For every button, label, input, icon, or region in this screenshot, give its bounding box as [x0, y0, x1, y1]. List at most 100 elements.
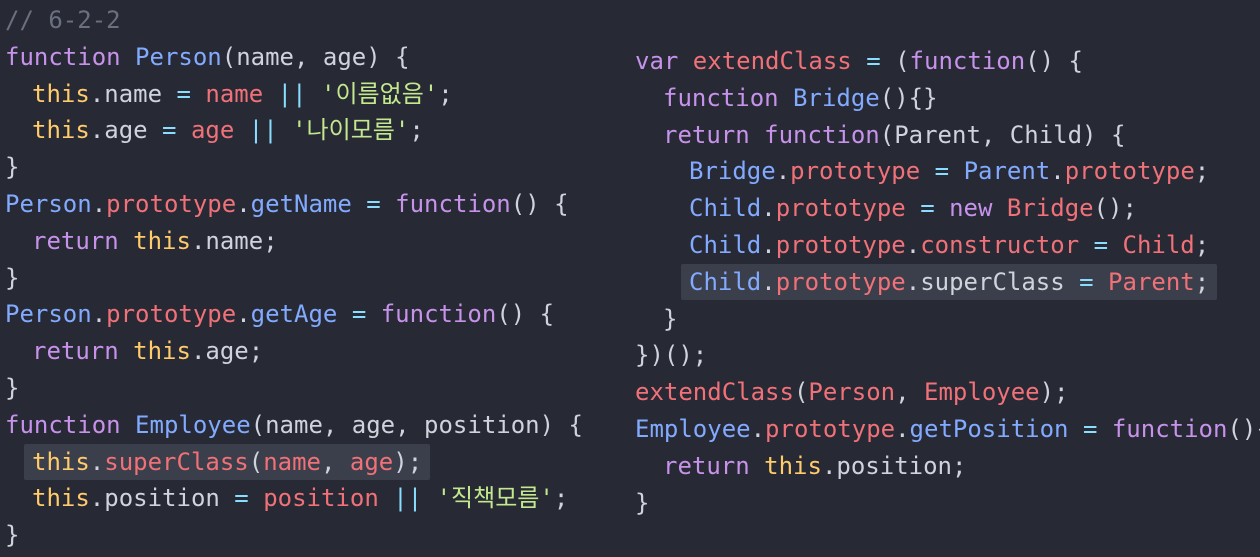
code-line: return function(Parent, Child) {: [635, 117, 1260, 154]
code-token: ,: [895, 378, 925, 407]
code-token: }: [5, 153, 20, 182]
code-token: prototype: [775, 267, 906, 296]
code-token: getAge: [250, 300, 352, 329]
code-token: prototype: [106, 300, 237, 329]
code-token: prototype: [775, 194, 921, 223]
code-token: constructor: [920, 230, 1094, 259]
code-token: function: [909, 47, 1026, 75]
code-token: Parent: [1108, 267, 1195, 296]
code-token: () {: [496, 300, 555, 329]
code-token: );: [1039, 378, 1069, 407]
code-token: .: [895, 414, 910, 443]
code-token: =: [1093, 230, 1123, 259]
code-token: .: [905, 230, 921, 259]
code-token: '나이모름': [292, 116, 410, 145]
code-line-content: }: [5, 153, 19, 181]
code-token: this: [32, 447, 90, 476]
code-line: this.superClass(name, age);: [5, 443, 583, 481]
code-line-content: return this.name;: [32, 227, 278, 255]
code-token: getName: [250, 189, 367, 218]
code-token: function: [380, 300, 497, 329]
code-line: }: [5, 517, 583, 554]
code-pane-left: // 6-2-2 function Person(name, age) {this…: [5, 2, 583, 554]
code-token: Employee: [924, 378, 1040, 407]
code-line: var extendClass = (function() {: [635, 43, 1260, 80]
code-line: return this.age;: [5, 333, 583, 370]
code-line: Child.prototype.constructor = Child;: [635, 227, 1260, 264]
code-token: new: [949, 194, 1007, 223]
code-token: extendClass: [635, 378, 794, 407]
code-token: Bridge: [793, 83, 880, 112]
code-line-content: }: [663, 305, 677, 333]
code-token: () {: [1025, 47, 1083, 75]
code-line: return this.position;: [635, 448, 1260, 485]
code-token: .: [236, 189, 251, 218]
code-line-content: }: [5, 264, 19, 292]
code-token: ;: [409, 116, 424, 145]
code-line: Child.prototype = new Bridge();: [635, 190, 1260, 227]
code-token: // 6-2-2: [5, 6, 121, 34]
code-token: (){}: [879, 83, 938, 112]
code-token: .: [761, 230, 776, 259]
code-line-content: Person.prototype.getName = function() {: [5, 190, 569, 218]
code-token: this: [133, 226, 191, 255]
code-token: age: [190, 116, 249, 145]
code-token: =: [351, 300, 381, 329]
code-token: .: [236, 300, 251, 329]
code-line: Bridge.prototype = Parent.prototype;: [635, 153, 1260, 190]
code-token: function: [663, 83, 794, 112]
code-token: ||: [248, 116, 293, 145]
code-token: })();: [635, 341, 708, 370]
code-token: .: [91, 300, 107, 329]
code-line-content: Child.prototype.constructor = Child;: [689, 231, 1209, 259]
code-line-content: return function(Parent, Child) {: [663, 121, 1125, 149]
code-token: (){: [1227, 414, 1260, 443]
code-token: =: [366, 189, 396, 218]
code-line-content: extendClass(Person, Employee);: [635, 378, 1069, 406]
code-token: prototype: [790, 157, 935, 186]
code-token: var: [635, 47, 693, 75]
code-token: .superClass: [905, 267, 1080, 296]
code-token: prototype: [765, 414, 896, 443]
code-token: ||: [277, 79, 322, 108]
code-token: Bridge: [1006, 194, 1094, 223]
highlighted-code-line: Child.prototype.superClass = Parent;: [681, 263, 1218, 300]
code-token: }: [635, 488, 650, 517]
code-token: return: [663, 451, 765, 480]
code-line: Child.prototype.superClass = Parent;: [635, 263, 1260, 301]
code-token: prototype: [1064, 157, 1195, 186]
code-token: this: [32, 79, 90, 108]
code-token: function: [395, 189, 511, 218]
code-token: .: [1050, 157, 1065, 186]
code-line-content: var extendClass = (function() {: [635, 47, 1083, 75]
code-token: age: [349, 447, 394, 476]
code-token: ||: [393, 484, 437, 513]
code-line: this.age = age || '나이모름';: [5, 112, 583, 149]
code-token: }: [5, 373, 20, 402]
code-token: '이름없음': [321, 79, 439, 108]
code-token: }: [5, 521, 20, 550]
code-line: }: [5, 149, 583, 186]
code-token: =: [1079, 267, 1109, 296]
code-line: }: [5, 260, 583, 297]
code-token: .: [750, 414, 766, 443]
code-token: Parent: [963, 157, 1051, 186]
code-token: ;: [553, 484, 569, 513]
code-token: .: [761, 194, 776, 223]
code-token: () {: [510, 189, 569, 218]
code-token: .: [89, 447, 105, 476]
code-token: function: [1111, 414, 1228, 443]
code-line: this.position = position || '직책모름';: [5, 480, 583, 517]
code-token: this: [764, 451, 822, 480]
code-line: }: [635, 301, 1260, 338]
code-token: ;: [1194, 267, 1210, 296]
code-token: Child: [689, 194, 762, 223]
code-token: .: [761, 267, 776, 296]
code-token: name: [263, 447, 321, 476]
code-token: return: [663, 120, 765, 149]
code-token: =: [162, 116, 191, 145]
code-line-content: }: [5, 374, 19, 402]
code-line: Employee.prototype.getPosition = functio…: [635, 411, 1260, 448]
code-token: '직책모름': [436, 484, 554, 513]
code-token: =: [234, 484, 264, 513]
